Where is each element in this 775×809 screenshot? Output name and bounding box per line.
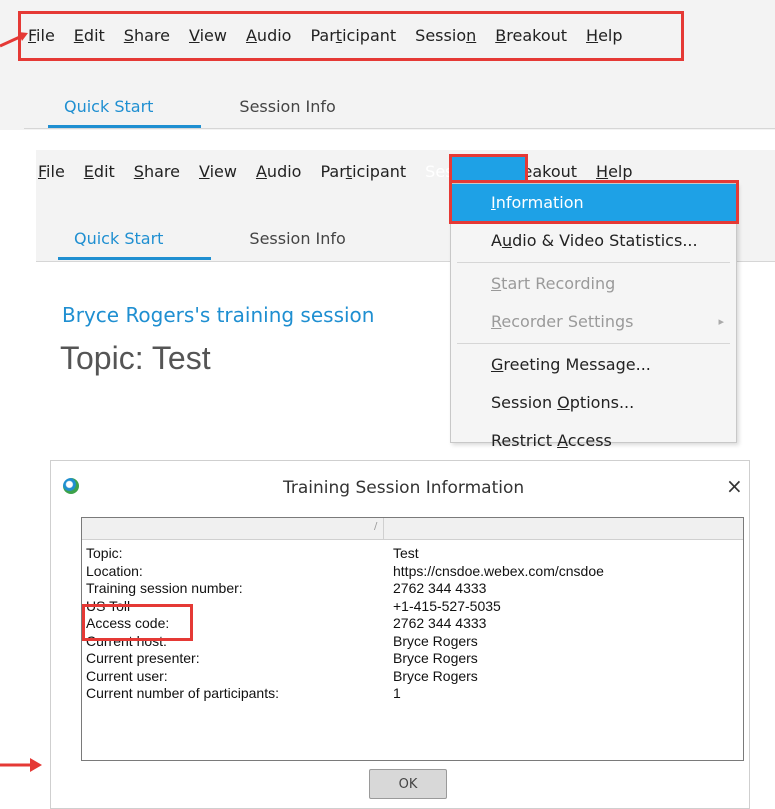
tab-quick-start-2[interactable]: Quick Start	[57, 229, 213, 260]
menu-option-audio-video-statistics[interactable]: Audio & Video Statistics...	[451, 222, 736, 260]
menu-option-start-recording[interactable]: Start Recording	[451, 265, 736, 303]
info-value: Test	[393, 545, 419, 561]
menu-item-file[interactable]: File	[38, 160, 65, 183]
info-list-header: /	[82, 518, 743, 540]
ok-button[interactable]: OK	[369, 769, 447, 799]
dialog-title: Training Session Information	[283, 478, 525, 498]
menu-separator	[457, 262, 730, 263]
menu-option-restrict-access[interactable]: Restrict Access	[451, 422, 736, 460]
session-owner-title: Bryce Rogers's training session	[62, 303, 375, 327]
info-value: 2762 344 4333	[393, 615, 487, 631]
menu-option-recorder-settings[interactable]: Recorder Settings ▸	[451, 303, 736, 341]
top-tabs-divider	[24, 128, 775, 129]
column-divider	[383, 518, 384, 540]
webex-app-icon	[63, 478, 79, 494]
menu-item-audio[interactable]: Audio	[256, 160, 302, 183]
info-label: Training session number:	[86, 580, 243, 596]
table-row: Location: https://cnsdoe.webex.com/cnsdoe	[86, 563, 604, 581]
menu-item-edit[interactable]: Edit	[84, 160, 115, 183]
tab-quick-start[interactable]: Quick Start	[47, 97, 203, 128]
table-row: Current number of participants: 1	[86, 685, 604, 703]
menu-option-session-options[interactable]: Session Options...	[451, 384, 736, 422]
table-row: Training session number: 2762 344 4333	[86, 580, 604, 598]
session-topic: Topic: Test	[60, 340, 211, 376]
callout-arrow-bottom	[0, 758, 42, 772]
info-value: 1	[393, 685, 401, 701]
second-tabs: Quick Start Session Info	[57, 229, 346, 260]
information-item-highlight	[449, 180, 739, 224]
close-icon[interactable]: ×	[726, 474, 743, 498]
sort-indicator-icon: /	[374, 521, 378, 532]
submenu-arrow-icon: ▸	[718, 315, 724, 328]
top-tabs: Quick Start Session Info	[47, 97, 336, 128]
tab-session-info[interactable]: Session Info	[239, 97, 335, 116]
info-value: Bryce Rogers	[393, 650, 478, 666]
info-value: https://cnsdoe.webex.com/cnsdoe	[393, 562, 604, 579]
menu-item-participant[interactable]: Participant	[320, 160, 406, 183]
menu-item-view[interactable]: View	[199, 160, 237, 183]
menu-separator	[457, 343, 730, 344]
info-label: Current presenter:	[86, 650, 200, 666]
table-row: Topic: Test	[86, 545, 604, 563]
info-value: 2762 344 4333	[393, 580, 487, 596]
menu-bar-highlight	[18, 11, 684, 61]
info-label: Current user:	[86, 667, 168, 684]
info-label: Location:	[86, 562, 143, 579]
info-label: Current number of participants:	[86, 685, 279, 701]
callout-arrow-top	[0, 32, 28, 48]
us-toll-access-code-highlight	[82, 604, 193, 641]
info-value: +1-415-527-5035	[393, 597, 501, 614]
menu-item-share[interactable]: Share	[134, 160, 180, 183]
info-label: Topic:	[86, 545, 123, 561]
info-value: Bryce Rogers	[393, 667, 478, 684]
info-value: Bryce Rogers	[393, 632, 478, 649]
menu-option-greeting-message[interactable]: Greeting Message...	[451, 346, 736, 384]
tab-session-info-2[interactable]: Session Info	[249, 229, 345, 248]
table-row: Current user: Bryce Rogers	[86, 668, 604, 686]
table-row: Current presenter: Bryce Rogers	[86, 650, 604, 668]
